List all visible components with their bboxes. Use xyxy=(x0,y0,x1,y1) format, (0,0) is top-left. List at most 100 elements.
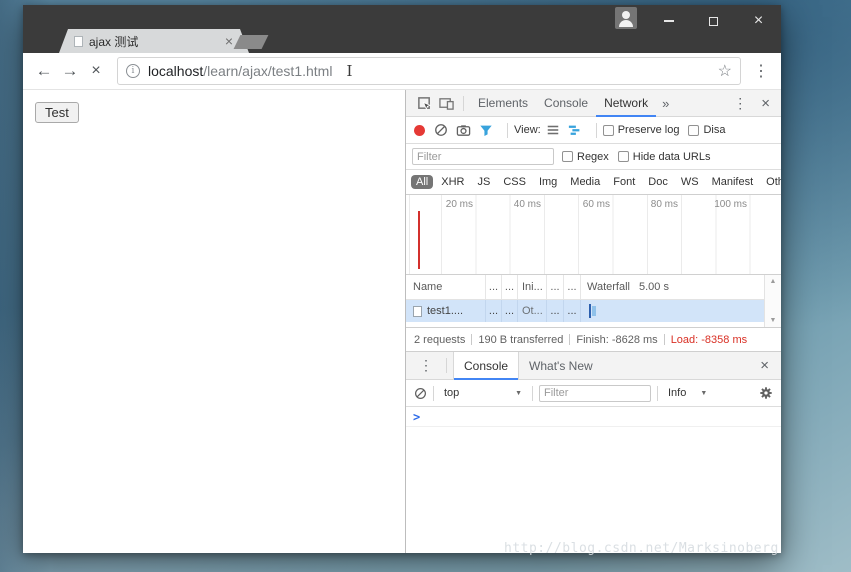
network-status-bar: 2 requests 190 B transferred Finish: -86… xyxy=(406,328,781,352)
minimize-icon xyxy=(664,20,674,22)
column-collapsed[interactable]: ... xyxy=(486,275,502,299)
divider xyxy=(433,386,434,401)
window-titlebar[interactable]: ajax 测试 × × xyxy=(23,5,781,53)
filter-font[interactable]: Font xyxy=(608,175,640,189)
column-collapsed[interactable]: ... xyxy=(564,275,581,299)
request-cell[interactable]: ... xyxy=(547,300,564,322)
execution-context-selector[interactable]: top ▼ xyxy=(440,387,526,399)
hide-data-urls-checkbox[interactable]: Hide data URLs xyxy=(618,151,711,163)
page-info-icon[interactable]: i xyxy=(126,64,140,78)
minimize-button[interactable] xyxy=(646,5,691,37)
browser-tab[interactable]: ajax 测试 × xyxy=(59,29,249,53)
browser-menu-icon[interactable]: ⋮ xyxy=(751,61,771,81)
context-value: top xyxy=(444,387,459,399)
request-cell[interactable]: ... xyxy=(564,300,581,322)
resource-type-filters: All XHR JS CSS Img Media Font Doc WS Man… xyxy=(406,170,781,195)
request-cell[interactable]: ... xyxy=(502,300,518,322)
waterfall-bar-light xyxy=(592,306,596,316)
device-toolbar-icon[interactable] xyxy=(435,96,457,111)
tab-title: ajax 测试 xyxy=(89,33,219,50)
tab-close-icon[interactable]: × xyxy=(225,34,233,48)
tab-elements[interactable]: Elements xyxy=(470,90,536,117)
disable-cache-checkbox[interactable]: Disa xyxy=(688,124,725,136)
chevron-down-icon: ▼ xyxy=(515,390,522,397)
table-scrollbar[interactable]: ▲ ▼ xyxy=(764,275,781,327)
filter-all[interactable]: All xyxy=(411,175,433,189)
forward-button[interactable]: → xyxy=(57,61,83,81)
request-cell[interactable]: ... xyxy=(486,300,502,322)
checkbox-label: Disa xyxy=(703,124,725,136)
filter-funnel-icon[interactable] xyxy=(479,123,493,137)
checkbox-label: Regex xyxy=(577,151,609,163)
bookmark-star-icon[interactable]: ☆ xyxy=(718,61,732,81)
request-row[interactable]: test1.... ... ... Ot... ... ... xyxy=(406,300,781,322)
clear-icon[interactable] xyxy=(434,123,448,137)
browser-toolbar: ← → × i localhost/learn/ajax/test1.html … xyxy=(23,53,781,90)
filter-manifest[interactable]: Manifest xyxy=(707,175,759,189)
requests-table-header[interactable]: Name ... ... Ini... ... ... Waterfall 5.… xyxy=(406,275,781,300)
inspect-element-icon[interactable] xyxy=(413,96,435,111)
drawer-tab-console[interactable]: Console xyxy=(453,352,519,380)
request-initiator-cell[interactable]: Ot... xyxy=(518,300,547,322)
request-waterfall-cell[interactable] xyxy=(581,300,764,322)
scroll-down-icon[interactable]: ▼ xyxy=(770,317,777,324)
screenshot-camera-icon[interactable] xyxy=(456,123,471,138)
devtools-close-icon[interactable]: × xyxy=(754,95,774,112)
filter-ws[interactable]: WS xyxy=(676,175,704,189)
scroll-up-icon[interactable]: ▲ xyxy=(770,278,777,285)
console-clear-icon[interactable] xyxy=(414,387,427,400)
overview-view-icon[interactable] xyxy=(568,123,582,137)
console-filter-input[interactable] xyxy=(539,385,651,402)
console-settings-gear-icon[interactable] xyxy=(759,386,773,400)
column-waterfall[interactable]: Waterfall 5.00 s xyxy=(581,275,764,299)
more-tabs-icon[interactable]: » xyxy=(656,96,675,111)
record-button[interactable] xyxy=(414,125,425,136)
maximize-button[interactable] xyxy=(691,5,736,37)
drawer-close-icon[interactable]: × xyxy=(754,357,775,374)
new-tab-button[interactable] xyxy=(234,35,269,49)
waterfall-scale-label: 5.00 s xyxy=(639,281,669,293)
tab-network[interactable]: Network xyxy=(596,90,656,117)
test-button[interactable]: Test xyxy=(35,102,79,123)
checkbox-icon xyxy=(603,125,614,136)
network-overview-timeline[interactable]: 20 ms 40 ms 60 ms 80 ms 100 ms xyxy=(406,195,781,275)
stop-button[interactable]: × xyxy=(83,62,109,80)
filter-media[interactable]: Media xyxy=(565,175,605,189)
request-name: test1.... xyxy=(427,305,463,317)
requests-table: Name ... ... Ini... ... ... Waterfall 5.… xyxy=(406,275,781,328)
network-filter-input[interactable] xyxy=(412,148,554,165)
filter-other[interactable]: Other xyxy=(761,175,781,189)
column-collapsed[interactable]: ... xyxy=(502,275,518,299)
filter-css[interactable]: CSS xyxy=(498,175,531,189)
profile-avatar-button[interactable] xyxy=(615,7,637,29)
console-toolbar: top ▼ Info ▼ xyxy=(406,380,781,407)
finish-time: Finish: -8628 ms xyxy=(576,334,657,346)
preserve-log-checkbox[interactable]: Preserve log xyxy=(603,124,680,136)
column-collapsed[interactable]: ... xyxy=(547,275,564,299)
tab-console[interactable]: Console xyxy=(536,90,596,117)
column-initiator[interactable]: Ini... xyxy=(518,275,547,299)
console-prompt-icon: > xyxy=(413,410,420,424)
regex-checkbox[interactable]: Regex xyxy=(562,151,609,163)
request-name-cell[interactable]: test1.... xyxy=(406,300,486,322)
log-level-selector[interactable]: Info ▼ xyxy=(664,387,711,399)
console-input-line[interactable]: > xyxy=(406,407,781,427)
info-icon-glyph: i xyxy=(132,67,135,76)
divider xyxy=(446,358,447,373)
close-window-button[interactable]: × xyxy=(736,5,781,37)
drawer-menu-icon[interactable]: ⋮ xyxy=(412,357,440,374)
divider xyxy=(664,334,665,345)
filter-js[interactable]: JS xyxy=(472,175,495,189)
column-name[interactable]: Name xyxy=(406,275,486,299)
drawer-tab-whats-new[interactable]: What's New xyxy=(519,352,603,380)
filter-xhr[interactable]: XHR xyxy=(436,175,469,189)
filter-doc[interactable]: Doc xyxy=(643,175,673,189)
devtools-menu-icon[interactable]: ⋮ xyxy=(726,95,754,112)
list-view-icon[interactable] xyxy=(546,123,560,137)
devtools-tab-bar: Elements Console Network » ⋮ × xyxy=(406,90,781,117)
console-output-area[interactable]: > xyxy=(406,407,781,553)
back-button[interactable]: ← xyxy=(31,61,57,81)
maximize-icon xyxy=(709,17,718,26)
filter-img[interactable]: Img xyxy=(534,175,562,189)
address-bar[interactable]: i localhost/learn/ajax/test1.html I ☆ xyxy=(117,57,741,85)
